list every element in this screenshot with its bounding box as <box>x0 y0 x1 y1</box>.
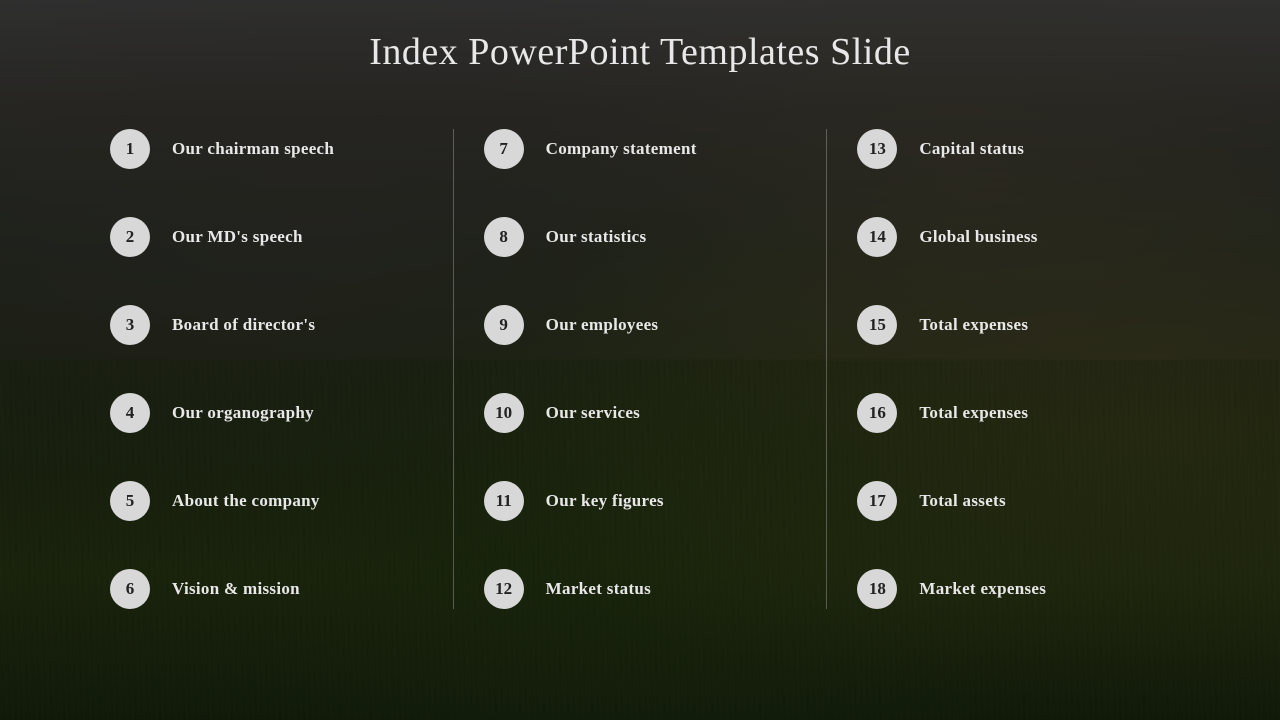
index-number-badge: 8 <box>484 217 524 257</box>
index-number-badge: 3 <box>110 305 150 345</box>
index-number-badge: 2 <box>110 217 150 257</box>
index-item: 8 Our statistics <box>484 217 797 257</box>
index-item-label: Our MD's speech <box>172 227 303 247</box>
index-item-label: Total assets <box>919 491 1006 511</box>
index-number-badge: 7 <box>484 129 524 169</box>
index-number-badge: 12 <box>484 569 524 609</box>
index-number-badge: 9 <box>484 305 524 345</box>
index-item-label: Total expenses <box>919 315 1028 335</box>
index-item: 5 About the company <box>110 481 423 521</box>
index-item-label: About the company <box>172 491 320 511</box>
index-item: 12 Market status <box>484 569 797 609</box>
index-number-badge: 10 <box>484 393 524 433</box>
index-item-label: Market expenses <box>919 579 1046 599</box>
index-item: 11 Our key figures <box>484 481 797 521</box>
index-item: 10 Our services <box>484 393 797 433</box>
index-number-badge: 17 <box>857 481 897 521</box>
index-item-label: Global business <box>919 227 1037 247</box>
index-item-label: Total expenses <box>919 403 1028 423</box>
index-item: 7 Company statement <box>484 129 797 169</box>
index-number-badge: 13 <box>857 129 897 169</box>
index-item: 15 Total expenses <box>857 305 1170 345</box>
index-number-badge: 1 <box>110 129 150 169</box>
index-number-badge: 11 <box>484 481 524 521</box>
index-item: 13 Capital status <box>857 129 1170 169</box>
index-item: 14 Global business <box>857 217 1170 257</box>
index-item: 1 Our chairman speech <box>110 129 423 169</box>
index-item-label: Capital status <box>919 139 1024 159</box>
index-item: 17 Total assets <box>857 481 1170 521</box>
index-item-label: Our employees <box>546 315 659 335</box>
index-number-badge: 6 <box>110 569 150 609</box>
index-item: 3 Board of director's <box>110 305 423 345</box>
index-item-label: Vision & mission <box>172 579 300 599</box>
index-item: 18 Market expenses <box>857 569 1170 609</box>
index-column-3: 13 Capital status 14 Global business 15 … <box>827 129 1200 609</box>
index-number-badge: 15 <box>857 305 897 345</box>
index-item-label: Board of director's <box>172 315 315 335</box>
index-column-2: 7 Company statement 8 Our statistics 9 O… <box>454 129 828 609</box>
slide-title: Index PowerPoint Templates Slide <box>80 30 1200 74</box>
index-item-label: Our key figures <box>546 491 664 511</box>
index-columns: 1 Our chairman speech 2 Our MD's speech … <box>80 129 1200 609</box>
index-item: 16 Total expenses <box>857 393 1170 433</box>
index-item: 4 Our organography <box>110 393 423 433</box>
index-item: 9 Our employees <box>484 305 797 345</box>
index-item-label: Our statistics <box>546 227 647 247</box>
index-item: 2 Our MD's speech <box>110 217 423 257</box>
index-number-badge: 14 <box>857 217 897 257</box>
index-item-label: Our organography <box>172 403 314 423</box>
index-number-badge: 5 <box>110 481 150 521</box>
index-number-badge: 18 <box>857 569 897 609</box>
index-item-label: Our services <box>546 403 640 423</box>
index-item-label: Market status <box>546 579 651 599</box>
index-item-label: Our chairman speech <box>172 139 334 159</box>
index-item: 6 Vision & mission <box>110 569 423 609</box>
index-column-1: 1 Our chairman speech 2 Our MD's speech … <box>80 129 454 609</box>
index-number-badge: 4 <box>110 393 150 433</box>
slide-content: Index PowerPoint Templates Slide 1 Our c… <box>0 0 1280 720</box>
index-number-badge: 16 <box>857 393 897 433</box>
index-item-label: Company statement <box>546 139 697 159</box>
